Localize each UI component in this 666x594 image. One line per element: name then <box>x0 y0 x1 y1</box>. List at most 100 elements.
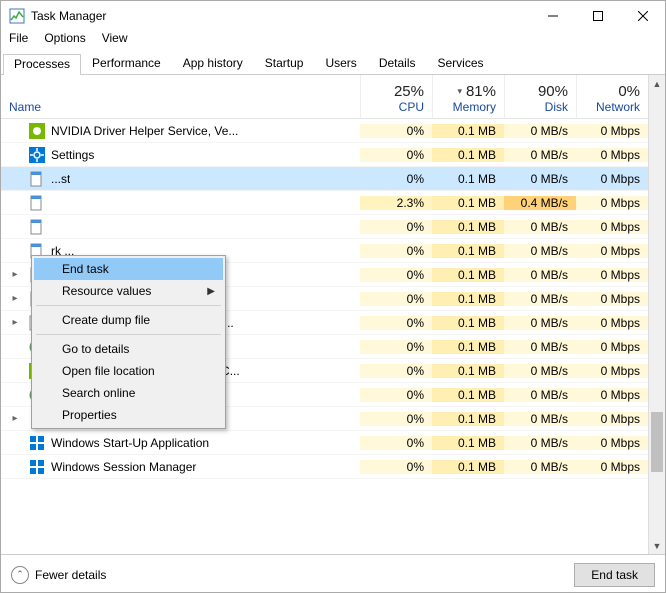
process-name: Windows Start-Up Application <box>51 436 209 450</box>
tab-processes[interactable]: Processes <box>3 54 81 75</box>
disk-cell: 0 MB/s <box>504 388 576 402</box>
memory-cell: 0.1 MB <box>432 364 504 378</box>
process-icon <box>29 219 45 235</box>
disk-cell: 0 MB/s <box>504 364 576 378</box>
memory-cell: 0.1 MB <box>432 388 504 402</box>
process-icon <box>29 123 45 139</box>
fewer-details-button[interactable]: ⌃ Fewer details <box>11 566 574 584</box>
column-network[interactable]: 0% Network <box>576 75 648 118</box>
cpu-cell: 0% <box>360 172 432 186</box>
scroll-down-icon[interactable]: ▼ <box>649 537 665 554</box>
submenu-arrow-icon: ▶ <box>207 286 215 297</box>
network-cell: 0 Mbps <box>576 220 648 234</box>
footer: ⌃ Fewer details End task <box>1 554 665 594</box>
memory-cell: 0.1 MB <box>432 460 504 474</box>
context-menu-item[interactable]: Go to details <box>34 338 223 360</box>
process-name: Settings <box>51 148 94 162</box>
network-cell: 0 Mbps <box>576 412 648 426</box>
disk-cell: 0 MB/s <box>504 412 576 426</box>
expand-icon[interactable]: ▸ <box>9 317 21 328</box>
disk-cell: 0 MB/s <box>504 436 576 450</box>
network-cell: 0 Mbps <box>576 316 648 330</box>
network-cell: 0 Mbps <box>576 460 648 474</box>
disk-cell: 0 MB/s <box>504 292 576 306</box>
task-manager-icon <box>9 8 25 24</box>
close-button[interactable] <box>620 1 665 31</box>
memory-cell: 0.1 MB <box>432 124 504 138</box>
table-row[interactable]: 0%0.1 MB0 MB/s0 Mbps <box>1 215 665 239</box>
process-list: Name 25% CPU ▾81% Memory 90% Disk 0% Net… <box>1 75 665 554</box>
expand-icon[interactable]: ▸ <box>9 269 21 280</box>
table-row[interactable]: NVIDIA Driver Helper Service, Ve...0%0.1… <box>1 119 665 143</box>
maximize-button[interactable] <box>575 1 620 31</box>
tab-performance[interactable]: Performance <box>81 53 172 74</box>
vertical-scrollbar[interactable]: ▲ ▼ <box>648 75 665 554</box>
cpu-cell: 2.3% <box>360 196 432 210</box>
disk-cell: 0 MB/s <box>504 268 576 282</box>
tab-details[interactable]: Details <box>368 53 427 74</box>
menubar: File Options View <box>1 31 665 51</box>
menu-options[interactable]: Options <box>44 31 85 51</box>
memory-cell: 0.1 MB <box>432 220 504 234</box>
cpu-cell: 0% <box>360 268 432 282</box>
tab-services[interactable]: Services <box>427 53 495 74</box>
cpu-cell: 0% <box>360 220 432 234</box>
process-icon <box>29 435 45 451</box>
tab-startup[interactable]: Startup <box>254 53 315 74</box>
context-menu-item[interactable]: Resource values▶ <box>34 280 223 302</box>
table-row[interactable]: Windows Start-Up Application0%0.1 MB0 MB… <box>1 431 665 455</box>
tab-app-history[interactable]: App history <box>172 53 254 74</box>
expand-icon[interactable]: ▸ <box>9 293 21 304</box>
memory-cell: 0.1 MB <box>432 412 504 426</box>
disk-cell: 0 MB/s <box>504 316 576 330</box>
disk-cell: 0.4 MB/s <box>504 196 576 210</box>
process-name: Windows Session Manager <box>51 460 196 474</box>
end-task-button[interactable]: End task <box>574 563 655 587</box>
table-row[interactable]: Settings0%0.1 MB0 MB/s0 Mbps <box>1 143 665 167</box>
scroll-thumb[interactable] <box>651 412 663 472</box>
cpu-cell: 0% <box>360 244 432 258</box>
cpu-cell: 0% <box>360 412 432 426</box>
titlebar[interactable]: Task Manager <box>1 1 665 31</box>
cpu-cell: 0% <box>360 316 432 330</box>
disk-cell: 0 MB/s <box>504 460 576 474</box>
network-cell: 0 Mbps <box>576 436 648 450</box>
process-name: ...st <box>51 172 70 186</box>
column-memory[interactable]: ▾81% Memory <box>432 75 504 118</box>
disk-cell: 0 MB/s <box>504 148 576 162</box>
memory-cell: 0.1 MB <box>432 340 504 354</box>
table-row[interactable]: Windows Session Manager0%0.1 MB0 MB/s0 M… <box>1 455 665 479</box>
column-cpu[interactable]: 25% CPU <box>360 75 432 118</box>
cpu-cell: 0% <box>360 388 432 402</box>
context-menu-item[interactable]: Create dump file <box>34 309 223 331</box>
tab-users[interactable]: Users <box>314 53 367 74</box>
tabs: Processes Performance App history Startu… <box>1 53 665 75</box>
network-cell: 0 Mbps <box>576 388 648 402</box>
expand-icon[interactable]: ▸ <box>9 413 21 424</box>
process-icon <box>29 195 45 211</box>
context-menu-item[interactable]: End task <box>34 258 223 280</box>
memory-cell: 0.1 MB <box>432 316 504 330</box>
context-menu-item[interactable]: Properties <box>34 404 223 426</box>
menu-file[interactable]: File <box>9 31 28 51</box>
minimize-button[interactable] <box>530 1 575 31</box>
network-cell: 0 Mbps <box>576 124 648 138</box>
context-menu-item[interactable]: Open file location <box>34 360 223 382</box>
column-disk[interactable]: 90% Disk <box>504 75 576 118</box>
cpu-cell: 0% <box>360 364 432 378</box>
disk-cell: 0 MB/s <box>504 340 576 354</box>
menu-view[interactable]: View <box>102 31 128 51</box>
cpu-cell: 0% <box>360 436 432 450</box>
table-row[interactable]: ...st0%0.1 MB0 MB/s0 Mbps <box>1 167 665 191</box>
column-name[interactable]: Name <box>1 75 360 118</box>
table-row[interactable]: 2.3%0.1 MB0.4 MB/s0 Mbps <box>1 191 665 215</box>
network-cell: 0 Mbps <box>576 364 648 378</box>
memory-cell: 0.1 MB <box>432 196 504 210</box>
memory-cell: 0.1 MB <box>432 148 504 162</box>
process-icon <box>29 459 45 475</box>
context-menu-item[interactable]: Search online <box>34 382 223 404</box>
memory-cell: 0.1 MB <box>432 268 504 282</box>
scroll-up-icon[interactable]: ▲ <box>649 75 665 92</box>
disk-cell: 0 MB/s <box>504 220 576 234</box>
network-cell: 0 Mbps <box>576 196 648 210</box>
